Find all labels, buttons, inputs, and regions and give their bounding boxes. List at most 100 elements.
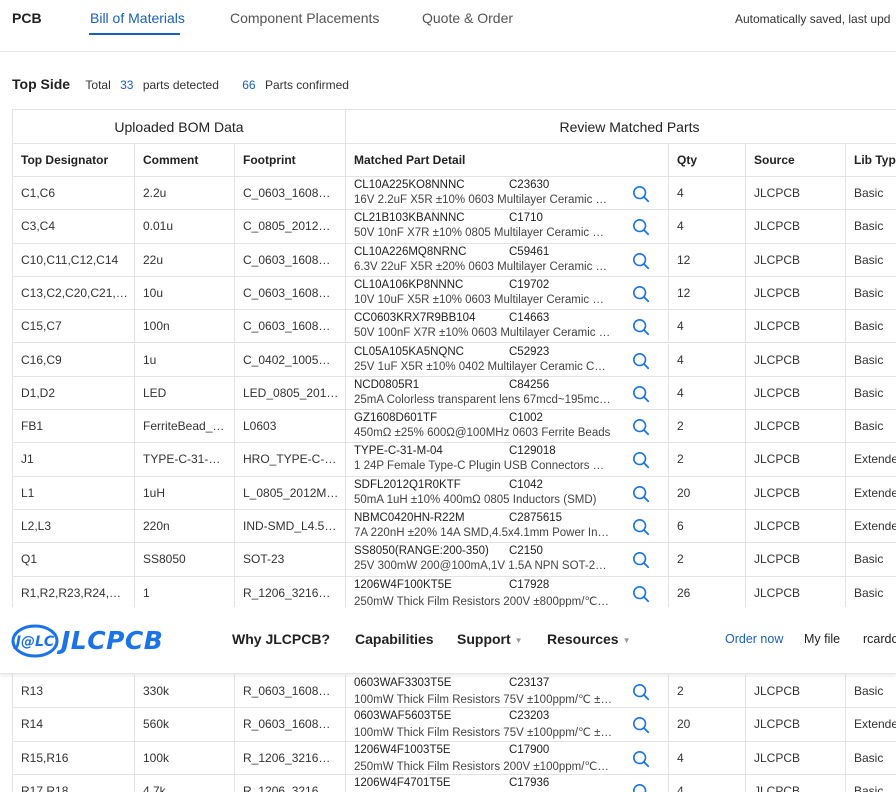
table-row: Q1 SS8050 SOT-23 SS8050(RANGE:200-350) C2150… [13, 543, 896, 577]
part-description: 50mA 1uH ±10% 400mΩ 0805 Inductors (SMD) [354, 493, 597, 506]
lib-type-cell: Extended [846, 708, 896, 740]
lcsc-part-number[interactable]: C52923 [509, 346, 549, 358]
parts-summary: Top Side Total 33 parts detected 66 Part… [12, 76, 349, 92]
confirmed-count: 66 [242, 78, 256, 92]
tab-bill-of-materials[interactable]: Bill of Materials [90, 10, 185, 26]
col-header-qty[interactable]: Qty [669, 144, 746, 177]
nav-capabilities[interactable]: Capabilities [355, 631, 434, 647]
search-icon[interactable] [632, 716, 650, 734]
search-icon[interactable] [632, 451, 650, 469]
col-header-lib-type[interactable]: Lib Type [846, 144, 896, 177]
group-header-uploaded: Uploaded BOM Data [13, 110, 346, 144]
comment-cell: 1uH [135, 476, 235, 509]
designator-cell: C13,C2,C20,C21,C22 [13, 276, 135, 310]
designator-cell: R13 [13, 675, 135, 708]
col-header-source[interactable]: Source [746, 144, 846, 177]
matched-part-line: 1206W4F1003T5E C17900 [354, 744, 662, 759]
lcsc-part-number[interactable]: C2150 [509, 545, 543, 557]
designator-cell: FB1 [13, 410, 135, 443]
comment-cell: 100k [135, 741, 235, 774]
lcsc-part-number[interactable]: C1042 [509, 479, 543, 491]
active-tab-indicator [89, 33, 180, 35]
matched-part-line: CL10A225KO8NNNC C23630 [354, 179, 662, 194]
matched-part-cell: CL10A225KO8NNNC C23630 16V 2.2uF X5R ±10% … [346, 177, 669, 210]
nav-resources[interactable]: Resources ▼ [547, 631, 631, 647]
lcsc-part-number[interactable]: C129018 [509, 445, 556, 457]
lcsc-part-number[interactable]: C17900 [509, 744, 549, 756]
designator-cell: R1,R2,R23,R24,R25 [13, 576, 135, 609]
user-menu[interactable]: rcardoso [863, 632, 896, 646]
search-icon[interactable] [632, 418, 650, 436]
search-icon[interactable] [632, 218, 650, 236]
top-tab-bar: PCB Bill of Materials Component Placemen… [0, 0, 896, 52]
order-now-link[interactable]: Order now [725, 632, 783, 646]
nav-why-jlcpcb[interactable]: Why JLCPCB? [232, 631, 330, 647]
source-cell: JLCPCB [746, 476, 846, 509]
lcsc-part-number[interactable]: C1002 [509, 412, 543, 424]
lcsc-part-number[interactable]: C2875615 [509, 512, 562, 524]
lcsc-part-number[interactable]: C23137 [509, 677, 549, 689]
part-number: CL10A225KO8NNNC [354, 179, 465, 191]
lcsc-part-number[interactable]: C1710 [509, 212, 543, 224]
part-number: CC0603KRX7R9BB104 [354, 312, 476, 325]
lcsc-part-number[interactable]: C59461 [509, 246, 549, 258]
table-row: R1,R2,R23,R24,R25 1 R_1206_3216Metric 1206W… [13, 576, 896, 610]
jlcpcb-logo[interactable]: J@LC JLCPCB [11, 624, 179, 658]
search-icon[interactable] [632, 318, 650, 336]
search-icon[interactable] [632, 285, 650, 303]
lcsc-part-number[interactable]: C17928 [509, 579, 549, 591]
lcsc-part-number[interactable]: C23630 [509, 179, 549, 191]
col-header-comment[interactable]: Comment [135, 144, 235, 177]
part-number: 0603WAF5603T5E [354, 710, 452, 723]
comment-cell: FerriteBead_Small [135, 410, 235, 443]
lib-type-cell: Basic [846, 277, 896, 309]
table-row: R15,R16 100k R_1206_3216Metric 1206W4F1003T… [13, 741, 896, 775]
qty-cell: 4 [669, 741, 746, 774]
lib-type-cell: Basic [846, 675, 896, 707]
search-icon[interactable] [632, 683, 650, 701]
matched-part-cell: NCD0805R1 C84256 25mA Colorless transparen… [346, 376, 669, 410]
footprint-cell: R_1206_3216Metric [235, 576, 346, 609]
lcsc-part-number[interactable]: C19702 [509, 279, 549, 291]
lcsc-part-number[interactable]: C23203 [509, 710, 549, 722]
footprint-cell: IND-SMD_L4.5-W4.1 [235, 510, 346, 543]
tab-quote-order[interactable]: Quote & Order [422, 10, 513, 26]
matched-part-line: GZ1608D601TF C1002 [354, 412, 662, 427]
matched-part-cell: 1206W4F100KT5E C17928 250mW Thick Film Res… [346, 576, 669, 609]
part-description: 25V 1uF X5R ±10% 0402 Multilayer Ceramic… [354, 360, 612, 373]
matched-part-cell: NBMC0420HN-R22M C2875615 7A 220nH ±20% 14A… [346, 510, 669, 543]
search-icon[interactable] [632, 252, 650, 270]
lib-type-cell: Basic [846, 742, 896, 774]
table-row: C10,C11,C12,C14 22u C_0603_1608Metric CL10A… [13, 243, 896, 277]
search-icon[interactable] [632, 551, 650, 569]
search-icon[interactable] [632, 518, 650, 536]
col-header-matched-part[interactable]: Matched Part Detail [346, 144, 669, 177]
search-icon[interactable] [632, 352, 650, 370]
footprint-cell: R_0603_1608Metric [235, 708, 346, 741]
designator-cell: R15,R16 [13, 741, 135, 774]
qty-cell: 20 [669, 708, 746, 741]
search-icon[interactable] [632, 585, 650, 603]
search-icon[interactable] [632, 385, 650, 403]
designator-cell: C3,C4 [13, 210, 135, 243]
qty-cell: 6 [669, 510, 746, 543]
qty-cell: 12 [669, 243, 746, 276]
lcsc-part-number[interactable]: C84256 [509, 379, 549, 391]
table-row: L1 1uH L_0805_2012Metric SDFL2012Q1R0KTF C10… [13, 476, 896, 510]
col-header-footprint[interactable]: Footprint [235, 144, 346, 177]
search-icon[interactable] [632, 485, 650, 503]
matched-part-line: 1206W4F100KT5E C17928 [354, 579, 662, 594]
col-header-designator[interactable]: Top Designator [13, 144, 135, 177]
lcsc-part-number[interactable]: C17936 [509, 777, 549, 789]
search-icon[interactable] [632, 750, 650, 768]
my-file-link[interactable]: My file [804, 632, 840, 646]
lcsc-part-number[interactable]: C14663 [509, 312, 549, 324]
total-label: Total [85, 78, 111, 92]
search-icon[interactable] [632, 185, 650, 203]
tab-component-placements[interactable]: Component Placements [230, 10, 379, 26]
table-row: R14 560k R_0603_1608Metric 0603WAF5603T5E C2… [13, 708, 896, 742]
search-icon[interactable] [632, 783, 650, 792]
nav-support[interactable]: Support ▼ [457, 631, 523, 647]
tab-pcb[interactable]: PCB [12, 10, 42, 26]
designator-cell: J1 [13, 443, 135, 476]
